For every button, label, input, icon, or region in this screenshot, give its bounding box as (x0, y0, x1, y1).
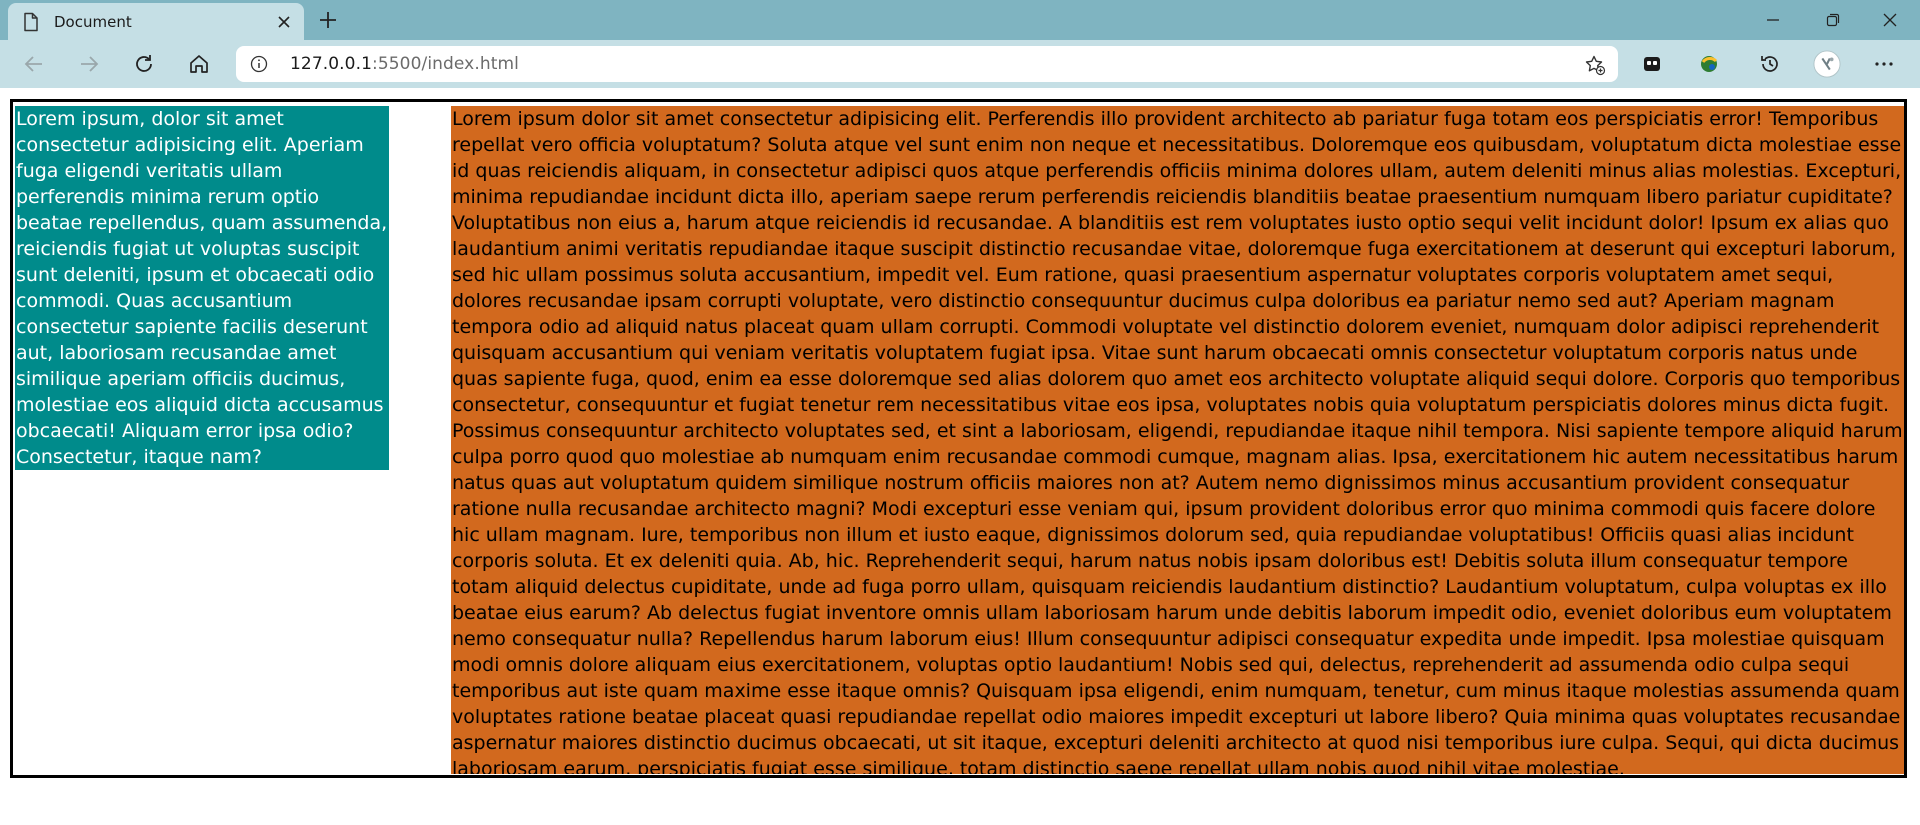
close-icon (1883, 13, 1897, 27)
star-add-icon[interactable] (1584, 54, 1606, 76)
extension-button[interactable] (1695, 50, 1723, 78)
profile-button[interactable] (1813, 50, 1841, 78)
more-icon (1875, 62, 1893, 66)
profile-avatar-icon (1813, 50, 1841, 78)
more-menu-button[interactable] (1870, 50, 1898, 78)
close-icon[interactable] (274, 12, 294, 32)
info-icon[interactable] (250, 55, 268, 73)
main-text: Lorem ipsum dolor sit amet consectetur a… (452, 108, 1903, 774)
refresh-button[interactable] (130, 50, 158, 78)
close-window-button[interactable] (1867, 4, 1913, 36)
main-text-box: Lorem ipsum dolor sit amet consectetur a… (451, 106, 1904, 774)
home-icon (190, 55, 208, 73)
document-icon (24, 12, 38, 32)
back-arrow-icon (24, 56, 42, 72)
minimize-button[interactable] (1750, 4, 1796, 36)
refresh-icon (136, 55, 152, 72)
sidebar-text-box: Lorem ipsum, dolor sit amet consectetur … (15, 106, 389, 470)
sidebar-text: Lorem ipsum, dolor sit amet consectetur … (16, 108, 388, 468)
collections-button[interactable] (1638, 50, 1666, 78)
restore-icon (1826, 13, 1840, 27)
page-container: Lorem ipsum, dolor sit amet consectetur … (10, 99, 1907, 778)
tab-strip: Document (0, 0, 1920, 40)
plus-icon[interactable] (316, 8, 340, 32)
tab-document[interactable]: Document (8, 3, 304, 40)
url-host: 127.0.0.1 (290, 54, 373, 74)
address-bar[interactable]: 127.0.0.1:5500/index.html (236, 46, 1618, 82)
minimize-icon (1767, 19, 1779, 21)
browser-toolbar: 127.0.0.1:5500/index.html (0, 40, 1920, 88)
history-icon (1761, 56, 1778, 72)
page-viewport: Lorem ipsum, dolor sit amet consectetur … (0, 88, 1920, 825)
tab-title: Document (54, 13, 132, 31)
url-text[interactable]: 127.0.0.1:5500/index.html (290, 54, 519, 74)
restore-button[interactable] (1810, 4, 1856, 36)
collections-icon (1644, 57, 1660, 71)
history-button[interactable] (1756, 50, 1784, 78)
forward-arrow-icon (81, 56, 99, 72)
forward-button[interactable] (75, 50, 103, 78)
home-button[interactable] (185, 50, 213, 78)
back-button[interactable] (20, 50, 48, 78)
extension-icon (1701, 56, 1718, 72)
url-path: :5500/index.html (372, 54, 519, 74)
